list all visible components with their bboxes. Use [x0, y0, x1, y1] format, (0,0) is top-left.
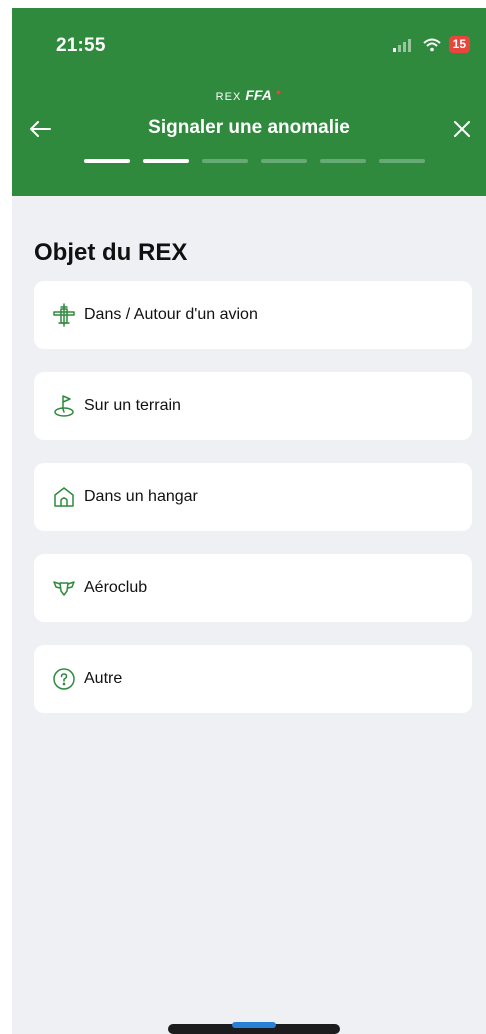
flag-terrain-icon: [52, 394, 76, 418]
brand-prefix: REX: [215, 91, 242, 103]
step-segment: [261, 159, 307, 163]
ffa-logo: FFA: [245, 87, 272, 103]
option-label: Dans un hangar: [84, 488, 198, 505]
battery-indicator: 15: [448, 36, 470, 53]
page-title: Signaler une anomalie: [148, 117, 350, 138]
option-airplane[interactable]: Dans / Autour d'un avion: [34, 281, 472, 349]
aeroclub-wings-icon: [52, 576, 76, 600]
logo-dot: ●: [275, 87, 283, 97]
step-segment: [379, 159, 425, 163]
home-indicator-accent: [232, 1022, 276, 1028]
option-label: Aéroclub: [84, 579, 148, 596]
option-autre[interactable]: Autre: [34, 645, 472, 713]
step-segment: [143, 159, 189, 163]
home-indicator[interactable]: [168, 1022, 340, 1034]
question-icon: [52, 667, 76, 691]
close-button[interactable]: [448, 115, 476, 143]
option-label: Sur un terrain: [84, 397, 181, 414]
option-hangar[interactable]: Dans un hangar: [34, 463, 472, 531]
step-segment: [320, 159, 366, 163]
status-icons: 15: [392, 36, 470, 53]
close-icon: [454, 121, 470, 137]
hangar-icon: [52, 485, 76, 509]
step-segment: [84, 159, 130, 163]
signal-icon: [392, 38, 411, 52]
step-segment: [202, 159, 248, 163]
option-aeroclub[interactable]: Aéroclub: [34, 554, 472, 622]
status-time: 21:55: [56, 35, 106, 56]
option-terrain[interactable]: Sur un terrain: [34, 372, 472, 440]
app-screen: 21:55 15 REX FFA ● Signaler une anomalie…: [12, 8, 486, 1034]
wifi-icon: [422, 38, 441, 51]
option-label: Dans / Autour d'un avion: [84, 306, 258, 323]
section-title: Objet du REX: [34, 239, 188, 266]
brand-logo: REX FFA ●: [12, 87, 486, 103]
header-bar: 21:55 15 REX FFA ● Signaler une anomalie: [12, 8, 486, 196]
option-label: Autre: [84, 670, 123, 687]
airplane-icon: [52, 303, 76, 327]
step-progress: [84, 159, 425, 163]
